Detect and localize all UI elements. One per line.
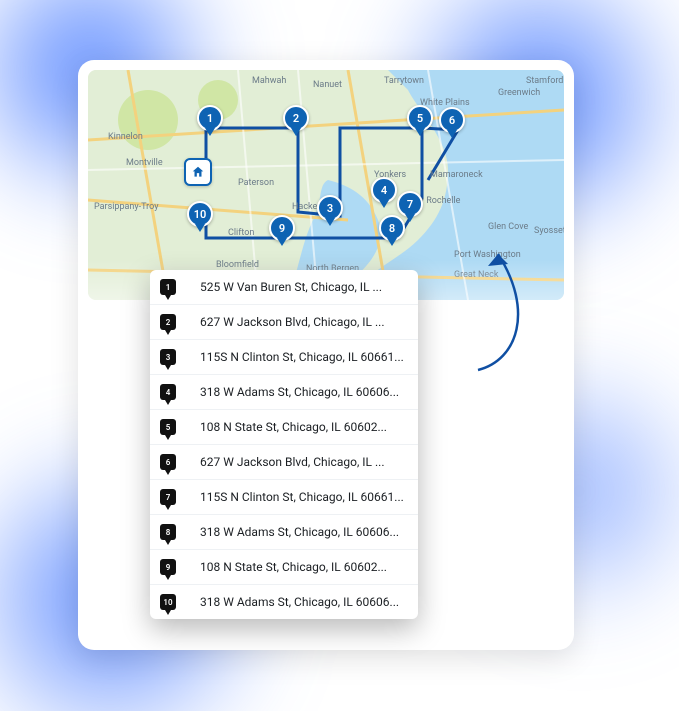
address-pin-icon: 2 — [160, 314, 176, 330]
address-text: 627 W Jackson Blvd, Chicago, IL ... — [200, 455, 406, 469]
address-text: 318 W Adams St, Chicago, IL 60606... — [200, 525, 406, 539]
address-row[interactable]: 1 525 W Van Buren St, Chicago, IL ... — [150, 270, 418, 305]
address-pin-icon: 6 — [160, 454, 176, 470]
stage: MahwahNanuetTarrytownWhite PlainsGreenwi… — [0, 0, 679, 711]
address-row[interactable]: 3 115S N Clinton St, Chicago, IL 60661... — [150, 340, 418, 375]
address-row[interactable]: 2 627 W Jackson Blvd, Chicago, IL ... — [150, 305, 418, 340]
address-pin-icon: 1 — [160, 279, 176, 295]
address-text: 318 W Adams St, Chicago, IL 60606... — [200, 385, 406, 399]
address-text: 627 W Jackson Blvd, Chicago, IL ... — [200, 315, 406, 329]
address-text: 115S N Clinton St, Chicago, IL 60661... — [200, 490, 406, 504]
map-pin-10[interactable]: 10 — [187, 201, 213, 227]
home-pin[interactable] — [184, 158, 212, 186]
address-pin-icon: 8 — [160, 524, 176, 540]
map-pin-2[interactable]: 2 — [283, 105, 309, 131]
address-pin-icon: 5 — [160, 419, 176, 435]
address-row[interactable]: 6 627 W Jackson Blvd, Chicago, IL ... — [150, 445, 418, 480]
address-pin-icon: 9 — [160, 559, 176, 575]
address-row[interactable]: 5 108 N State St, Chicago, IL 60602... — [150, 410, 418, 445]
address-text: 318 W Adams St, Chicago, IL 60606... — [200, 595, 406, 609]
callout-arrow — [438, 240, 558, 380]
map-pin-4[interactable]: 4 — [371, 177, 397, 203]
address-text: 108 N State St, Chicago, IL 60602... — [200, 560, 406, 574]
address-row[interactable]: 7 115S N Clinton St, Chicago, IL 60661... — [150, 480, 418, 515]
map-pin-1[interactable]: 1 — [197, 105, 223, 131]
address-pin-icon: 3 — [160, 349, 176, 365]
address-list-panel: 1 525 W Van Buren St, Chicago, IL ... 2 627… — [150, 270, 418, 619]
address-pin-icon: 10 — [160, 594, 176, 610]
map-pin-9[interactable]: 9 — [269, 215, 295, 241]
home-icon — [191, 165, 205, 179]
map-pin-6[interactable]: 6 — [439, 107, 465, 133]
address-text: 108 N State St, Chicago, IL 60602... — [200, 420, 406, 434]
address-pin-icon: 4 — [160, 384, 176, 400]
address-text: 525 W Van Buren St, Chicago, IL ... — [200, 280, 406, 294]
address-text: 115S N Clinton St, Chicago, IL 60661... — [200, 350, 406, 364]
address-row[interactable]: 9 108 N State St, Chicago, IL 60602... — [150, 550, 418, 585]
address-pin-icon: 7 — [160, 489, 176, 505]
map-pin-5[interactable]: 5 — [407, 105, 433, 131]
map-pin-3[interactable]: 3 — [317, 195, 343, 221]
address-row[interactable]: 10 318 W Adams St, Chicago, IL 60606... — [150, 585, 418, 619]
map-pin-7[interactable]: 7 — [397, 191, 423, 217]
address-row[interactable]: 8 318 W Adams St, Chicago, IL 60606... — [150, 515, 418, 550]
address-row[interactable]: 4 318 W Adams St, Chicago, IL 60606... — [150, 375, 418, 410]
map-pin-8[interactable]: 8 — [379, 215, 405, 241]
